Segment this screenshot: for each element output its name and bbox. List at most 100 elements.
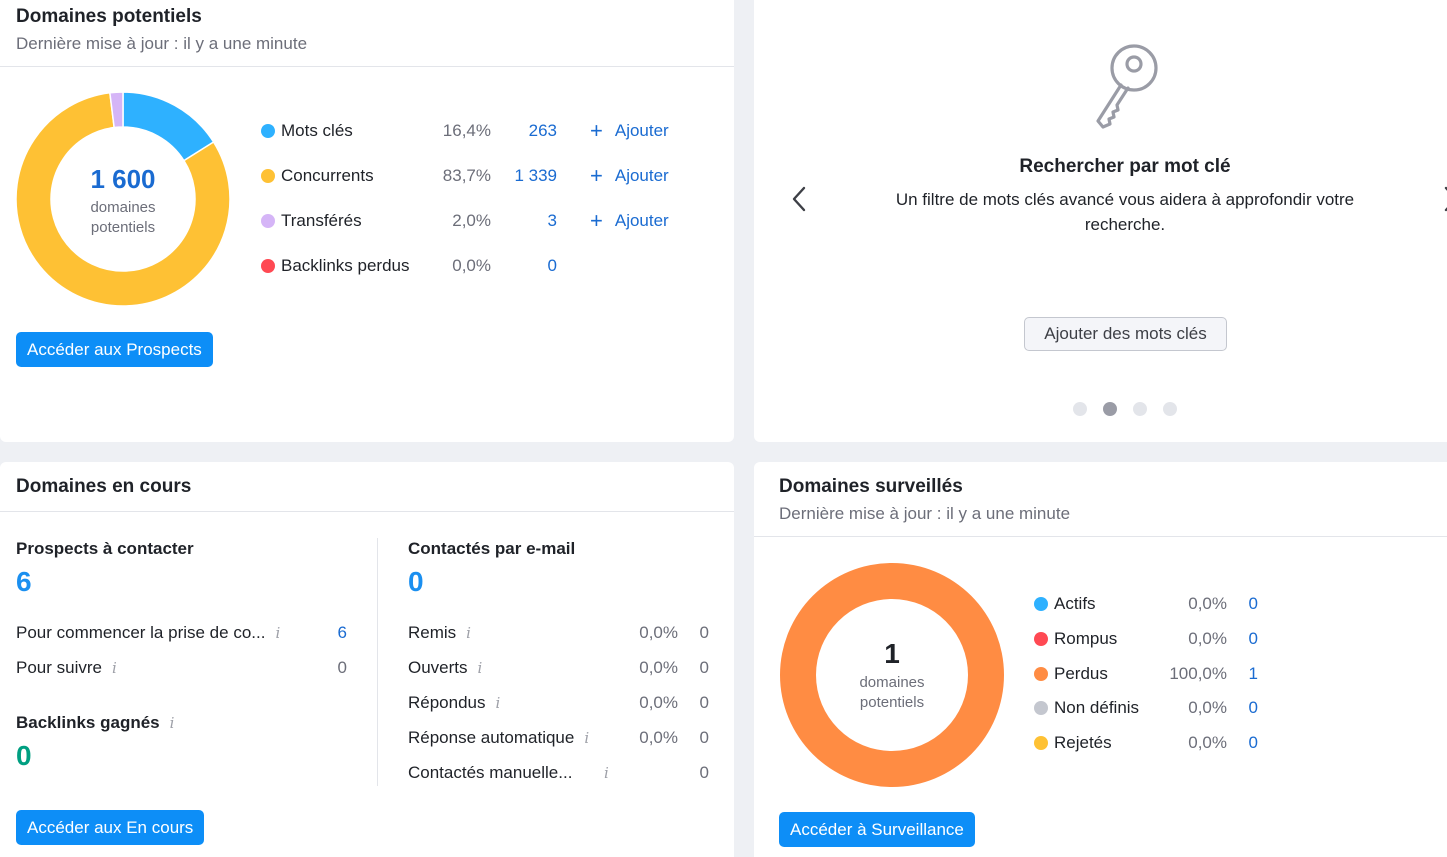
contactes-row: Réponse automatique i xyxy=(408,728,589,748)
prospects-value[interactable]: 6 xyxy=(16,566,32,598)
potentiels-header: Domaines potentiels Dernière mise à jour… xyxy=(0,0,734,67)
promo-text-2: recherche. xyxy=(1084,215,1166,234)
info-icon[interactable]: i xyxy=(275,624,280,642)
add-mots-cles-button[interactable]: + Ajouter xyxy=(590,118,669,144)
contactes-row: Contactés manuelle... xyxy=(408,763,572,783)
legend-pct: 16,4% xyxy=(442,121,491,140)
carousel-next-button[interactable] xyxy=(1440,186,1447,212)
carousel-dot-active[interactable] xyxy=(1103,402,1117,416)
acceder-en-cours-button[interactable]: Accéder aux En cours xyxy=(16,810,205,845)
carousel-dot[interactable] xyxy=(1163,402,1177,416)
legend-label: Actifs xyxy=(1054,594,1096,613)
row-value: 0 xyxy=(699,658,709,677)
row-value[interactable]: 6 xyxy=(300,623,347,643)
legend-backlinks-perdus: Backlinks perdus xyxy=(261,254,410,278)
row-pct: 0,0% xyxy=(639,658,678,677)
prospects-title: Prospects à contacter xyxy=(16,539,194,558)
surveilles-total-label-2: potentiels xyxy=(859,694,925,711)
legend-label: Backlinks perdus xyxy=(281,256,410,275)
chevron-right-icon xyxy=(1444,186,1447,212)
legend-pct: 0,0% xyxy=(1188,629,1227,648)
legend-dot xyxy=(1034,667,1048,681)
legend-count-link[interactable]: 1 xyxy=(1224,664,1258,684)
legend-count-link[interactable]: 1 339 xyxy=(497,166,557,186)
promo-text-1: Un filtre de mots clés avancé vous aider… xyxy=(895,190,1355,209)
legend-count-link[interactable]: 3 xyxy=(497,211,557,231)
legend-count-link[interactable]: 0 xyxy=(1224,733,1258,753)
row-value: 0 xyxy=(699,763,709,782)
legend-count-link[interactable]: 263 xyxy=(497,121,557,141)
legend-transferes: Transférés xyxy=(261,209,362,233)
potentiels-total-label-1: domaines xyxy=(90,199,156,216)
carousel-prev-button[interactable] xyxy=(790,186,810,212)
row-value: 0 xyxy=(699,693,709,712)
legend-dot xyxy=(261,169,275,183)
legend-pct: 83,7% xyxy=(442,166,491,185)
row-label: Répondus xyxy=(408,693,486,712)
legend-label: Non définis xyxy=(1054,698,1140,717)
legend-pct: 0,0% xyxy=(452,256,491,275)
plus-icon: + xyxy=(590,163,603,188)
surveilles-header: Domaines surveillés Dernière mise à jour… xyxy=(754,462,1447,537)
info-icon[interactable]: i xyxy=(112,659,117,677)
info-icon[interactable]: i xyxy=(604,764,609,782)
en-cours-header: Domaines en cours xyxy=(0,462,734,512)
row-label: Contactés manuelle... xyxy=(408,763,573,782)
row-value: 0 xyxy=(699,728,709,747)
legend-count-link[interactable]: 0 xyxy=(1224,698,1258,718)
legend-mots-cles: Mots clés xyxy=(261,119,353,143)
backlinks-gagnes-title: Backlinks gagnés i xyxy=(16,713,174,733)
legend-rejetes: Rejetés xyxy=(1034,731,1112,755)
acceder-prospects-button[interactable]: Accéder aux Prospects xyxy=(16,332,213,367)
info-icon[interactable]: i xyxy=(496,694,501,712)
legend-label: Perdus xyxy=(1054,664,1108,683)
legend-pct: 0,0% xyxy=(1188,733,1227,752)
legend-count-link[interactable]: 0 xyxy=(1224,629,1258,649)
surveilles-total-label-1: domaines xyxy=(859,674,925,691)
potentiels-total: 1 600 xyxy=(90,164,156,194)
row-label: Remis xyxy=(408,623,457,642)
legend-dot xyxy=(1034,632,1048,646)
add-label: Ajouter xyxy=(614,166,669,185)
row-pct: 0,0% xyxy=(639,693,678,712)
prospects-row: Pour commencer la prise de co... i xyxy=(16,623,280,643)
backlinks-gagnes-label: Backlinks gagnés xyxy=(16,713,160,732)
en-cours-card: Domaines en cours Prospects à contacter … xyxy=(0,462,734,857)
row-pct: 0,0% xyxy=(639,728,678,747)
legend-rompus: Rompus xyxy=(1034,627,1117,651)
legend-label: Transférés xyxy=(281,211,362,230)
info-icon[interactable]: i xyxy=(478,659,483,677)
surveilles-title: Domaines surveillés xyxy=(779,476,963,497)
potentiels-title: Domaines potentiels xyxy=(16,6,202,27)
carousel-dot[interactable] xyxy=(1133,402,1147,416)
potentiels-card: Domaines potentiels Dernière mise à jour… xyxy=(0,0,734,442)
legend-dot xyxy=(1034,597,1048,611)
potentiels-updated: Dernière mise à jour : il y a une minute xyxy=(16,34,308,53)
legend-label: Rejetés xyxy=(1054,733,1112,752)
legend-pct: 0,0% xyxy=(1188,698,1227,717)
legend-concurrents: Concurrents xyxy=(261,164,374,188)
row-value: 0 xyxy=(337,658,347,677)
legend-count-link[interactable]: 0 xyxy=(1224,594,1258,614)
info-icon[interactable]: i xyxy=(466,624,471,642)
acceder-surveillance-button[interactable]: Accéder à Surveillance xyxy=(779,812,975,847)
carousel-dot[interactable] xyxy=(1073,402,1087,416)
contactes-title: Contactés par e-mail xyxy=(408,539,576,558)
legend-dot xyxy=(1034,736,1048,750)
info-icon[interactable]: i xyxy=(170,714,175,732)
info-icon[interactable]: i xyxy=(584,729,589,747)
add-concurrents-button[interactable]: + Ajouter xyxy=(590,163,669,189)
legend-count-link[interactable]: 0 xyxy=(497,256,557,276)
row-label: Réponse automatique xyxy=(408,728,575,747)
row-value: 0 xyxy=(699,623,709,642)
prospects-row: Pour suivre i xyxy=(16,658,117,678)
surveilles-card: Domaines surveillés Dernière mise à jour… xyxy=(754,462,1447,857)
potentiels-total-label-2: potentiels xyxy=(90,219,156,236)
backlinks-gagnes-value: 0 xyxy=(16,740,32,771)
add-transferes-button[interactable]: + Ajouter xyxy=(590,208,669,234)
add-keywords-button[interactable]: Ajouter des mots clés xyxy=(1024,317,1227,351)
row-label: Ouverts xyxy=(408,658,468,677)
legend-dot xyxy=(261,124,275,138)
surveilles-updated: Dernière mise à jour : il y a une minute xyxy=(779,504,1071,523)
legend-dot xyxy=(261,259,275,273)
